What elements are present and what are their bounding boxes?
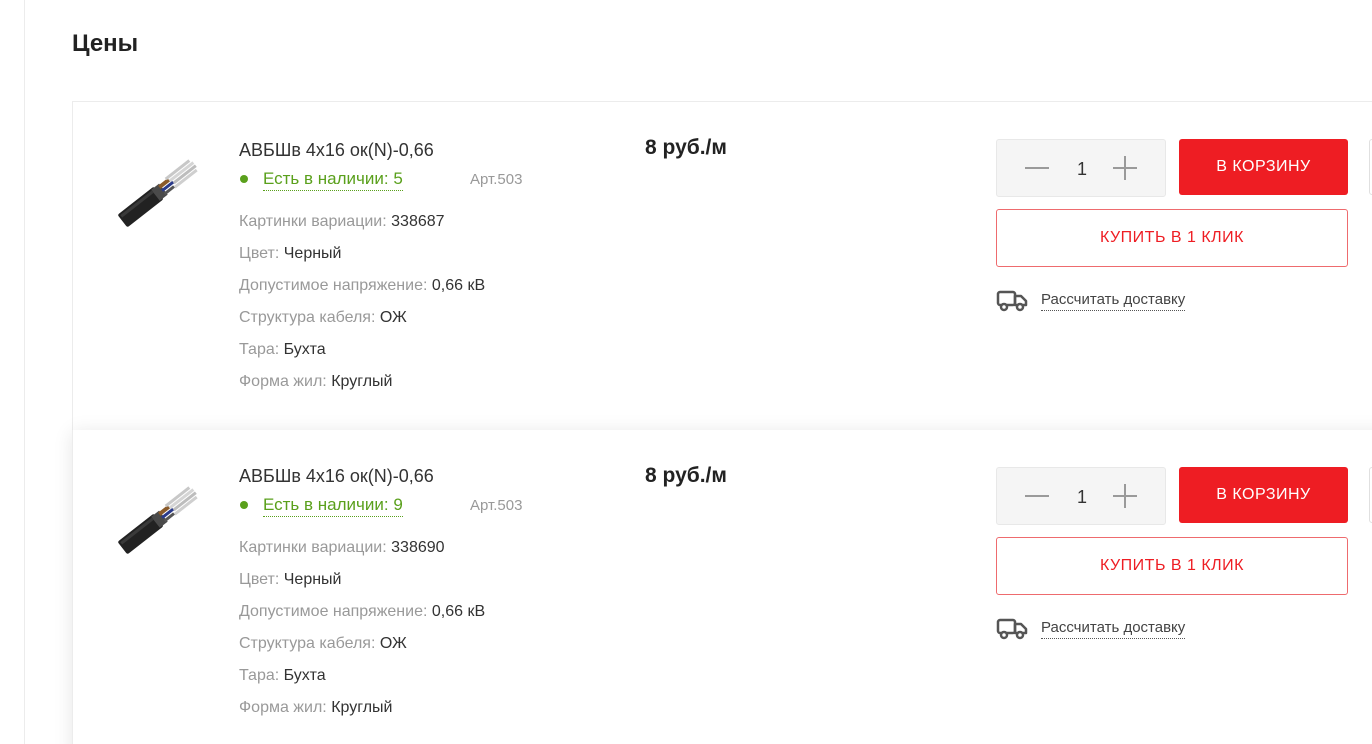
property-row: Цвет: Черный [239,564,559,596]
property-label: Форма жил: [239,373,327,390]
add-to-cart-button[interactable]: В КОРЗИНУ [1179,139,1348,195]
buy-one-click-button[interactable]: КУПИТЬ В 1 КЛИК [996,537,1348,595]
property-label: Допустимое напряжение: [239,603,428,620]
property-label: Допустимое напряжение: [239,277,428,294]
minus-icon[interactable] [1025,495,1049,497]
property-label: Структура кабеля: [239,309,376,326]
property-label: Цвет: [239,245,280,262]
property-label: Картинки вариации: [239,539,387,556]
product-price: 8 руб./м [645,136,727,159]
property-row: Цвет: Черный [239,238,559,270]
truck-icon [996,290,1028,312]
product-card: АВБШв 4х16 ок(N)-0,66 Есть в наличии: 5 … [72,101,1372,431]
stock-indicator-icon [240,501,248,509]
section-title: Цены [72,30,139,57]
calculate-delivery-link[interactable]: Рассчитать доставку [1041,618,1186,639]
truck-icon [996,618,1028,640]
property-label: Форма жил: [239,699,327,716]
property-row: Тара: Бухта [239,334,559,366]
plus-icon[interactable] [1113,156,1137,180]
cable-product-image[interactable] [109,140,209,240]
property-value: ОЖ [379,635,407,652]
stock-indicator-icon [240,175,248,183]
quantity-stepper: 1 [996,467,1166,525]
property-value: Бухта [283,667,326,684]
product-name[interactable]: АВБШв 4х16 ок(N)-0,66 [239,138,559,162]
stock-status[interactable]: Есть в наличии: 5 [263,168,403,191]
stock-status[interactable]: Есть в наличии: 9 [263,494,403,517]
property-value: Черный [283,245,342,262]
property-value: Бухта [283,341,326,358]
product-card: АВБШв 4х16 ок(N)-0,66 Есть в наличии: 9 … [72,430,1372,744]
property-value: Круглый [331,699,393,716]
product-properties: Картинки вариации: 338687 Цвет: Черный Д… [239,206,559,398]
property-label: Цвет: [239,571,280,588]
sku-label: Арт.503 [470,171,523,188]
property-row: Картинки вариации: 338690 [239,532,559,564]
property-label: Тара: [239,341,280,358]
property-value: 0,66 кВ [431,277,486,294]
quantity-value[interactable]: 1 [1074,157,1090,181]
property-row: Форма жил: Круглый [239,366,559,398]
property-value: Черный [283,571,342,588]
add-to-cart-button[interactable]: В КОРЗИНУ [1179,467,1348,523]
property-row: Картинки вариации: 338687 [239,206,559,238]
quantity-value[interactable]: 1 [1074,485,1090,509]
property-row: Тара: Бухта [239,660,559,692]
property-value: 0,66 кВ [431,603,486,620]
property-value: ОЖ [379,309,407,326]
product-name[interactable]: АВБШв 4х16 ок(N)-0,66 [239,464,559,488]
product-price: 8 руб./м [645,464,727,487]
property-label: Структура кабеля: [239,635,376,652]
property-label: Картинки вариации: [239,213,387,230]
quantity-stepper: 1 [996,139,1166,197]
plus-icon[interactable] [1113,484,1137,508]
property-row: Допустимое напряжение: 0,66 кВ [239,270,559,302]
property-value: 338687 [391,213,445,230]
property-value: 338690 [391,539,445,556]
property-row: Структура кабеля: ОЖ [239,628,559,660]
product-properties: Картинки вариации: 338690 Цвет: Черный Д… [239,532,559,724]
property-row: Форма жил: Круглый [239,692,559,724]
calculate-delivery-link[interactable]: Рассчитать доставку [1041,290,1186,311]
page-divider [24,0,25,744]
property-value: Круглый [331,373,393,390]
property-row: Структура кабеля: ОЖ [239,302,559,334]
buy-one-click-button[interactable]: КУПИТЬ В 1 КЛИК [996,209,1348,267]
property-label: Тара: [239,667,280,684]
cable-product-image[interactable] [109,467,209,567]
sku-label: Арт.503 [470,497,523,514]
property-row: Допустимое напряжение: 0,66 кВ [239,596,559,628]
minus-icon[interactable] [1025,167,1049,169]
